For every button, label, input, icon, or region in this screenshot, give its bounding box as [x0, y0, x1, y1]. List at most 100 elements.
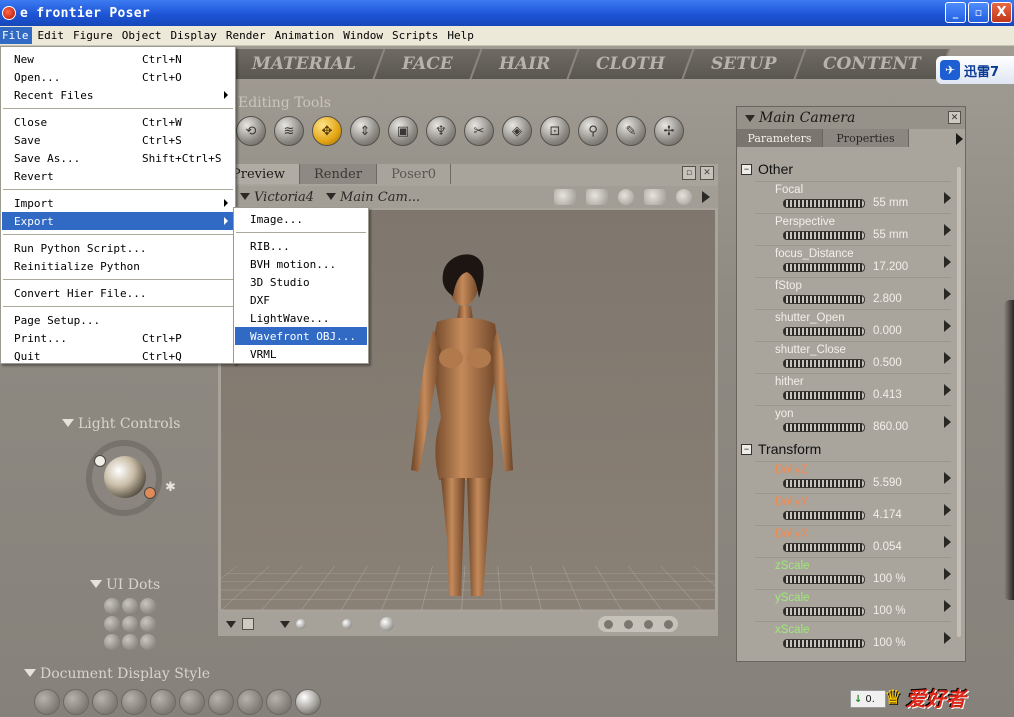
param-value[interactable]: 0.000: [873, 325, 902, 337]
actor-select-triangle-icon[interactable]: [745, 114, 755, 122]
translate-icon[interactable]: ✥: [312, 116, 342, 146]
viewport-pager[interactable]: [598, 616, 678, 632]
download-badge[interactable]: ↓ 0.: [850, 690, 886, 708]
param-menu-arrow-icon[interactable]: [944, 192, 951, 204]
shadow-ball-icon[interactable]: [296, 619, 306, 629]
room-tab-face[interactable]: FACE: [374, 49, 483, 79]
figure-select[interactable]: Victoria4: [240, 190, 314, 205]
color-icon[interactable]: ◈: [502, 116, 532, 146]
param-menu-arrow-icon[interactable]: [944, 256, 951, 268]
export-menu-item-rib[interactable]: RIB...: [235, 237, 367, 255]
ui-dot[interactable]: [122, 634, 138, 650]
maximize-button[interactable]: ▫: [968, 2, 989, 23]
param-value[interactable]: 0.413: [873, 389, 902, 401]
param-menu-arrow-icon[interactable]: [944, 384, 951, 396]
foreground-color-icon[interactable]: [380, 617, 394, 631]
light-handle-orange[interactable]: [144, 487, 156, 499]
camera-menu-arrow-icon[interactable]: [702, 191, 710, 203]
param-row-fstop[interactable]: fStop 2.800: [755, 277, 951, 309]
menu-scripts[interactable]: Scripts: [390, 27, 441, 44]
param-dial[interactable]: [783, 231, 865, 240]
param-menu-arrow-icon[interactable]: [944, 568, 951, 580]
file-menu-item-reinitialize-python[interactable]: Reinitialize Python: [2, 257, 234, 275]
file-menu-item-open[interactable]: Open... Ctrl+O: [2, 68, 234, 86]
pager-dot[interactable]: [643, 619, 653, 629]
param-dial[interactable]: [783, 575, 865, 584]
param-row-dollyx[interactable]: DollyX 0.054: [755, 525, 951, 557]
pager-dot[interactable]: [623, 619, 633, 629]
collapse-box-icon[interactable]: −: [741, 443, 752, 455]
param-value[interactable]: 17.200: [873, 261, 908, 273]
param-menu-arrow-icon[interactable]: [944, 536, 951, 548]
param-dial[interactable]: [783, 543, 865, 552]
export-menu-item-image[interactable]: Image...: [235, 210, 367, 228]
camera-select[interactable]: Main Cam...: [326, 190, 420, 205]
light-properties-icon[interactable]: ✱: [165, 480, 176, 495]
param-row-dollyz[interactable]: DollyZ 5.590: [755, 461, 951, 493]
file-menu-item-print[interactable]: Print... Ctrl+P: [2, 329, 234, 347]
collapse-box-icon[interactable]: −: [741, 163, 752, 175]
ui-dot[interactable]: [104, 598, 120, 614]
view-magnifier-icon[interactable]: ⚲: [578, 116, 608, 146]
param-menu-arrow-icon[interactable]: [944, 224, 951, 236]
file-menu-item-save[interactable]: Save Ctrl+S: [2, 131, 234, 149]
export-menu-item-vrml[interactable]: VRML: [235, 345, 367, 363]
param-group-transform[interactable]: − Transform: [741, 441, 821, 457]
translate-in-out-icon[interactable]: ⇕: [350, 116, 380, 146]
menu-figure[interactable]: Figure: [71, 27, 116, 44]
grouping-icon[interactable]: ⊡: [540, 116, 570, 146]
room-tab-material[interactable]: MATERIAL: [224, 49, 386, 79]
param-row-shutter-close[interactable]: shutter_Close 0.500: [755, 341, 951, 373]
menu-render[interactable]: Render: [224, 27, 269, 44]
shadow-options-triangle-icon[interactable]: [280, 620, 290, 628]
export-menu-item-3d-studio[interactable]: 3D Studio: [235, 273, 367, 291]
param-value[interactable]: 0.054: [873, 541, 902, 553]
chain-break-icon[interactable]: ✂: [464, 116, 494, 146]
menu-edit[interactable]: Edit: [36, 27, 68, 44]
file-menu-item-close[interactable]: Close Ctrl+W: [2, 113, 234, 131]
room-tab-setup[interactable]: SETUP: [683, 49, 807, 79]
camera-move-icon[interactable]: [644, 189, 666, 205]
parameters-close-icon[interactable]: ✕: [948, 111, 961, 124]
menu-window[interactable]: Window: [341, 27, 386, 44]
ui-dot[interactable]: [104, 616, 120, 632]
export-menu-item-dxf[interactable]: DXF: [235, 291, 367, 309]
param-row-focal[interactable]: Focal 55 mm: [755, 181, 951, 213]
tab-parameters[interactable]: Parameters: [737, 129, 823, 147]
param-dial[interactable]: [783, 391, 865, 400]
file-menu-item-import[interactable]: Import: [2, 194, 234, 212]
taper-icon[interactable]: ♆: [426, 116, 456, 146]
lit-wireframe-style-icon[interactable]: [150, 689, 176, 715]
camera-view-icon[interactable]: [554, 189, 576, 205]
hidden-line-style-icon[interactable]: [121, 689, 147, 715]
param-value[interactable]: 2.800: [873, 293, 902, 305]
menu-file[interactable]: File: [0, 27, 32, 44]
display-options-triangle-icon[interactable]: [226, 620, 236, 628]
param-value[interactable]: 4.174: [873, 509, 902, 521]
param-row-dollyy[interactable]: DollyY 4.174: [755, 493, 951, 525]
param-value[interactable]: 100 %: [873, 637, 906, 649]
direct-manipulation-icon[interactable]: ✢: [654, 116, 684, 146]
param-row-xscale[interactable]: xScale 100 %: [755, 621, 951, 653]
param-value[interactable]: 55 mm: [873, 229, 908, 241]
param-value[interactable]: 100 %: [873, 605, 906, 617]
param-value[interactable]: 860.00: [873, 421, 908, 433]
parameters-scrollbar[interactable]: [957, 167, 961, 637]
cartoon-style-icon[interactable]: [237, 689, 263, 715]
preview-maximize-icon[interactable]: ▫: [682, 166, 696, 180]
tab-properties[interactable]: Properties: [823, 129, 909, 147]
light-handle-white[interactable]: [94, 455, 106, 467]
param-menu-arrow-icon[interactable]: [944, 600, 951, 612]
param-dial[interactable]: [783, 639, 865, 648]
param-dial[interactable]: [783, 199, 865, 208]
file-menu-item-save-as[interactable]: Save As... Shift+Ctrl+S: [2, 149, 234, 167]
param-dial[interactable]: [783, 479, 865, 488]
room-tab-content[interactable]: CONTENT: [795, 49, 950, 79]
pager-dot[interactable]: [663, 619, 673, 629]
export-menu-item-wavefront-obj[interactable]: Wavefront OBJ...: [235, 327, 367, 345]
victoria4-figure[interactable]: [381, 250, 541, 610]
param-value[interactable]: 5.590: [873, 477, 902, 489]
close-button[interactable]: X: [991, 2, 1012, 23]
param-row-perspective[interactable]: Perspective 55 mm: [755, 213, 951, 245]
tab-poser0[interactable]: Poser0: [377, 164, 451, 184]
